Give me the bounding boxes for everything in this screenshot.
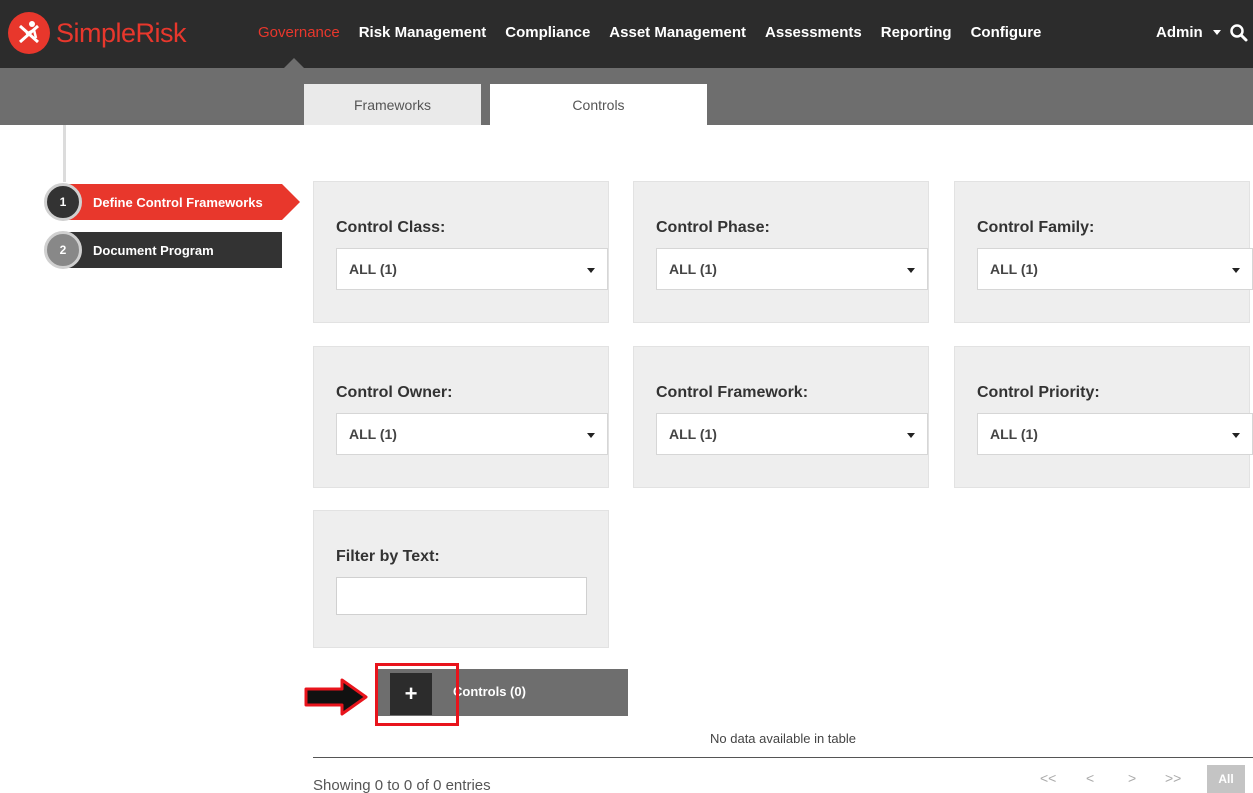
filter-text-input[interactable] <box>336 577 587 615</box>
select-value: ALL (1) <box>669 426 717 442</box>
highlight-box <box>375 663 459 726</box>
top-nav-bar: SimpleRisk Governance Risk Management Co… <box>0 0 1253 68</box>
control-family-select[interactable]: ALL (1) <box>977 248 1253 290</box>
step-label: Document Program <box>63 232 282 268</box>
pager-last[interactable]: >> <box>1165 770 1181 786</box>
control-priority-select[interactable]: ALL (1) <box>977 413 1253 455</box>
pager-first[interactable]: << <box>1040 770 1056 786</box>
control-phase-select[interactable]: ALL (1) <box>656 248 928 290</box>
simplerisk-logo-icon <box>8 12 50 54</box>
filter-by-text: Filter by Text: <box>313 510 609 648</box>
filter-control-owner: Control Owner: ALL (1) <box>313 346 609 488</box>
nav-assessments[interactable]: Assessments <box>765 24 862 41</box>
pager-prev[interactable]: < <box>1086 770 1094 786</box>
logo[interactable]: SimpleRisk <box>8 12 187 54</box>
active-nav-indicator <box>284 58 304 68</box>
filter-label: Control Owner: <box>336 384 453 401</box>
dropdown-caret-icon <box>907 268 915 273</box>
select-value: ALL (1) <box>990 426 1038 442</box>
user-menu[interactable]: Admin <box>1156 24 1221 41</box>
dropdown-caret-icon <box>587 433 595 438</box>
tab-controls[interactable]: Controls <box>490 84 707 125</box>
user-menu-label: Admin <box>1156 24 1203 41</box>
chevron-down-icon <box>1212 30 1221 35</box>
select-value: ALL (1) <box>349 426 397 442</box>
nav-asset-management[interactable]: Asset Management <box>609 24 746 41</box>
nav-governance[interactable]: Governance <box>258 24 340 41</box>
filter-control-class: Control Class: ALL (1) <box>313 181 609 323</box>
control-owner-select[interactable]: ALL (1) <box>336 413 608 455</box>
control-framework-select[interactable]: ALL (1) <box>656 413 928 455</box>
select-value: ALL (1) <box>990 261 1038 277</box>
dropdown-caret-icon <box>1232 268 1240 273</box>
tab-frameworks[interactable]: Frameworks <box>304 84 481 125</box>
filter-control-priority: Control Priority: ALL (1) <box>954 346 1253 488</box>
dropdown-caret-icon <box>1232 433 1240 438</box>
nav-compliance[interactable]: Compliance <box>505 24 590 41</box>
logo-text: SimpleRisk <box>56 17 187 48</box>
pointer-arrow-icon <box>304 678 368 716</box>
select-value: ALL (1) <box>669 261 717 277</box>
control-class-select[interactable]: ALL (1) <box>336 248 608 290</box>
dropdown-caret-icon <box>907 433 915 438</box>
table-info: Showing 0 to 0 of 0 entries <box>313 777 491 793</box>
filter-control-framework: Control Framework: ALL (1) <box>633 346 929 488</box>
step-number: 2 <box>44 231 82 269</box>
pager-all[interactable]: All <box>1207 765 1245 793</box>
nav-configure[interactable]: Configure <box>971 24 1042 41</box>
filter-label: Control Phase: <box>656 219 770 236</box>
select-value: ALL (1) <box>349 261 397 277</box>
step-arrow-icon <box>282 184 300 220</box>
filter-control-family: Control Family: ALL (1) <box>954 181 1253 323</box>
main-nav: Governance Risk Management Compliance As… <box>258 24 1060 41</box>
step-connector <box>63 125 66 182</box>
nav-risk-management[interactable]: Risk Management <box>359 24 487 41</box>
step-label: Define Control Frameworks <box>63 184 282 220</box>
pager-next[interactable]: > <box>1128 770 1136 786</box>
filter-label: Control Framework: <box>656 384 809 401</box>
dropdown-caret-icon <box>587 268 595 273</box>
table-divider <box>313 757 1253 758</box>
filter-label: Control Class: <box>336 219 446 236</box>
filter-label: Filter by Text: <box>336 548 440 565</box>
filter-label: Control Priority: <box>977 384 1100 401</box>
step-number: 1 <box>44 183 82 221</box>
filter-control-phase: Control Phase: ALL (1) <box>633 181 929 323</box>
filter-label: Control Family: <box>977 219 1095 236</box>
empty-table-message: No data available in table <box>710 731 856 746</box>
nav-reporting[interactable]: Reporting <box>881 24 952 41</box>
search-icon[interactable] <box>1229 23 1249 43</box>
controls-title: Controls (0) <box>453 684 526 699</box>
